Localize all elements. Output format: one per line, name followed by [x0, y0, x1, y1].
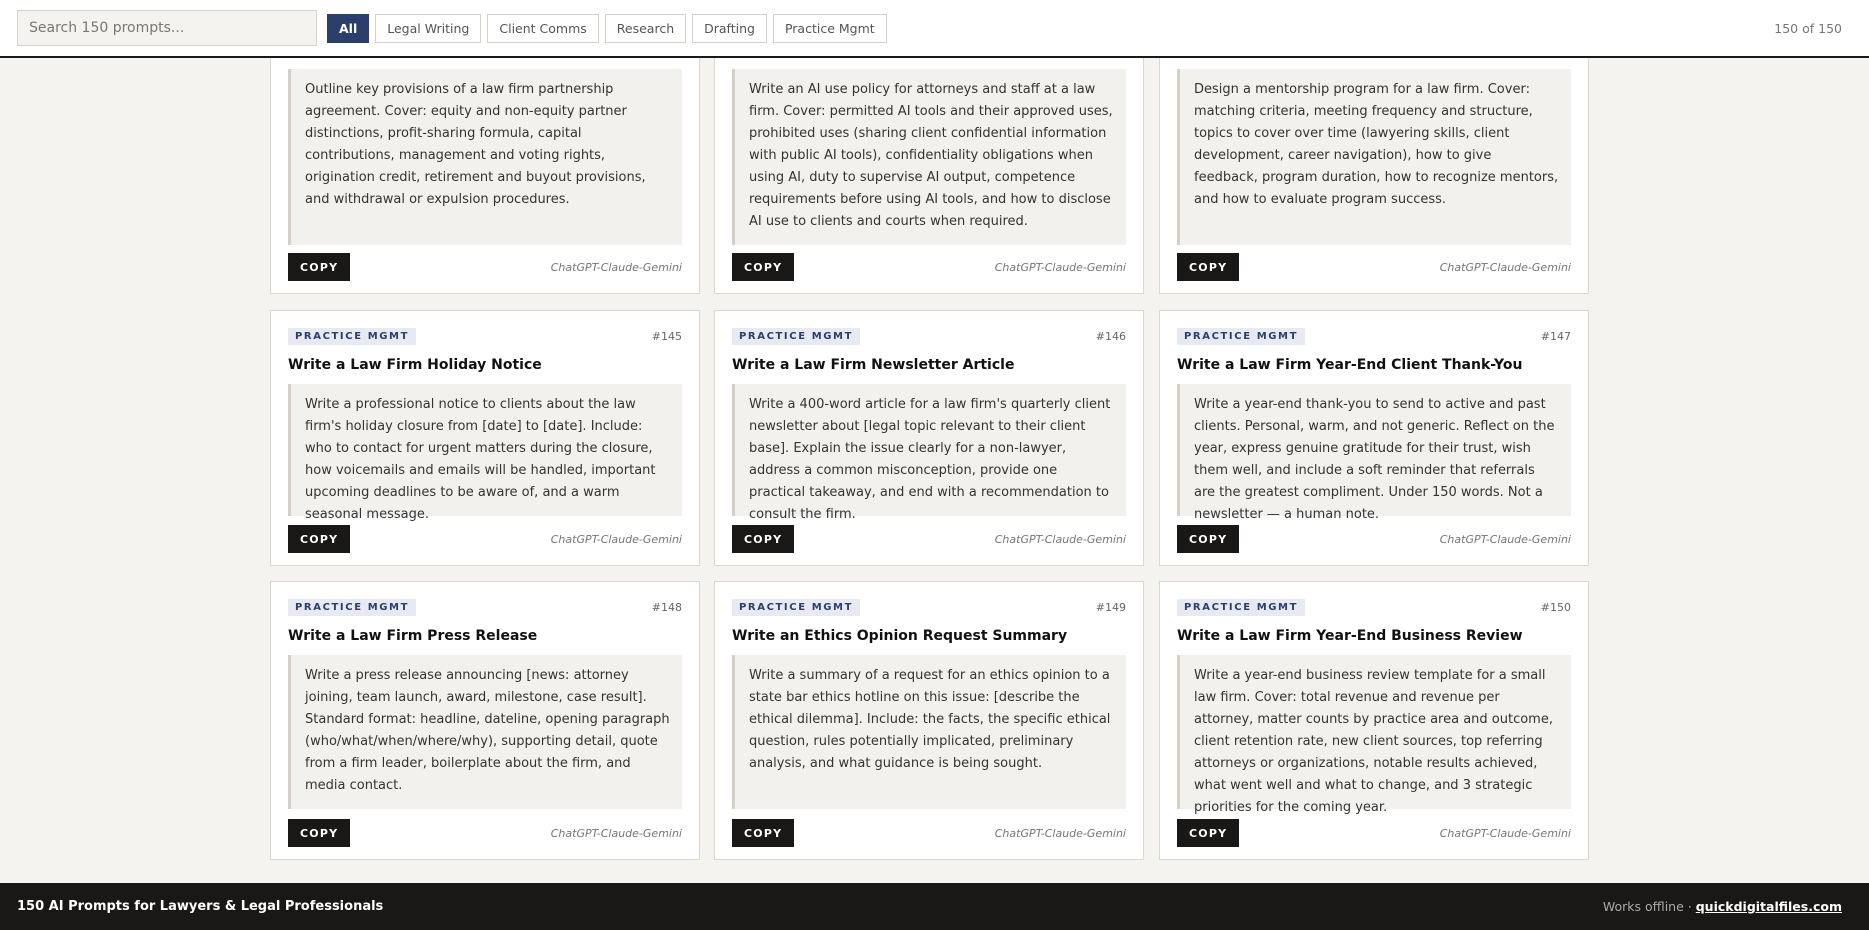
card-title: Write a Law Firm Holiday Notice [288, 357, 542, 373]
copy-button[interactable]: COPY [732, 525, 795, 553]
prompt-text: Write a year-end thank-you to send to ac… [1177, 384, 1571, 522]
prompt-number: #145 [651, 330, 682, 343]
prompt-card: PRACTICE MGMT #148 Write a Law Firm Pres… [270, 581, 700, 860]
prompt-card: PRACTICE MGMT #145 Write a Law Firm Holi… [270, 310, 700, 566]
footer-title: 150 AI Prompts for Lawyers & Legal Profe… [17, 899, 384, 914]
prompt-text: Design a mentorship program for a law fi… [1177, 69, 1571, 245]
card-title: Write an Ethics Opinion Request Summary [732, 628, 1068, 644]
attribution: ChatGPT-Claude-Gemini [994, 827, 1126, 840]
copy-button[interactable]: COPY [732, 253, 795, 281]
prompt-text: Write a 400-word article for a law firm'… [732, 384, 1126, 522]
filter-practice-mgmt[interactable]: Practice Mgmt [772, 13, 887, 43]
filter-legal-writing[interactable]: Legal Writing [375, 13, 482, 43]
prompt-card: Write an AI use policy for attorneys and… [714, 40, 1144, 294]
prompt-text: Write an AI use policy for attorneys and… [732, 69, 1126, 245]
prompt-text: Write a year-end business review templat… [1177, 655, 1571, 815]
prompt-card: Design a mentorship program for a law fi… [1159, 40, 1589, 294]
attribution: ChatGPT-Claude-Gemini [994, 261, 1126, 274]
card-title: Write a Law Firm Newsletter Article [732, 357, 1015, 373]
copy-button[interactable]: COPY [288, 819, 351, 847]
attribution: ChatGPT-Claude-Gemini [994, 533, 1126, 546]
prompt-text: Write a professional notice to clients a… [288, 384, 682, 522]
filter-bar: All Legal Writing Client Comms Research … [327, 13, 887, 43]
prompt-card: PRACTICE MGMT #150 Write a Law Firm Year… [1159, 581, 1589, 860]
prompt-number: #147 [1540, 330, 1571, 343]
copy-button[interactable]: COPY [1177, 525, 1240, 553]
filter-client-comms[interactable]: Client Comms [487, 13, 599, 43]
category-badge: PRACTICE MGMT [732, 328, 861, 345]
filter-research[interactable]: Research [604, 13, 687, 43]
attribution: ChatGPT-Claude-Gemini [550, 261, 682, 274]
category-badge: PRACTICE MGMT [1177, 328, 1306, 345]
top-bar: All Legal Writing Client Comms Research … [0, 0, 1869, 58]
result-count: 150 of 150 [1774, 20, 1842, 36]
copy-button[interactable]: COPY [288, 525, 351, 553]
prompt-number: #148 [651, 601, 682, 614]
prompt-text: Write a summary of a request for an ethi… [732, 655, 1126, 809]
category-badge: PRACTICE MGMT [1177, 599, 1306, 616]
attribution: ChatGPT-Claude-Gemini [1439, 827, 1571, 840]
card-title: Write a Law Firm Press Release [288, 628, 538, 644]
prompt-number: #150 [1540, 601, 1571, 614]
prompt-number: #149 [1095, 601, 1126, 614]
copy-button[interactable]: COPY [1177, 253, 1240, 281]
prompt-card: PRACTICE MGMT #146 Write a Law Firm News… [714, 310, 1144, 566]
prompt-text: Outline key provisions of a law firm par… [288, 69, 682, 245]
filter-all[interactable]: All [327, 13, 370, 43]
copy-button[interactable]: COPY [732, 819, 795, 847]
card-title: Write a Law Firm Year-End Client Thank-Y… [1177, 357, 1523, 373]
copy-button[interactable]: COPY [1177, 819, 1240, 847]
card-title: Write a Law Firm Year-End Business Revie… [1177, 628, 1523, 644]
footer-right: Works offline · quickdigitalfiles.com [1603, 899, 1842, 914]
attribution: ChatGPT-Claude-Gemini [1439, 261, 1571, 274]
category-badge: PRACTICE MGMT [288, 328, 417, 345]
offline-note: Works offline · [1602, 899, 1692, 914]
prompt-text: Write a press release announcing [news: … [288, 655, 682, 809]
footer: 150 AI Prompts for Lawyers & Legal Profe… [0, 883, 1869, 930]
copy-button[interactable]: COPY [288, 253, 351, 281]
attribution: ChatGPT-Claude-Gemini [550, 533, 682, 546]
prompt-card: PRACTICE MGMT #149 Write an Ethics Opini… [714, 581, 1144, 860]
site-link[interactable]: quickdigitalfiles.com [1696, 899, 1842, 914]
search-input[interactable] [17, 10, 317, 46]
prompt-card: Outline key provisions of a law firm par… [270, 40, 700, 294]
prompt-card: PRACTICE MGMT #147 Write a Law Firm Year… [1159, 310, 1589, 566]
category-badge: PRACTICE MGMT [288, 599, 417, 616]
attribution: ChatGPT-Claude-Gemini [1439, 533, 1571, 546]
attribution: ChatGPT-Claude-Gemini [550, 827, 682, 840]
prompt-number: #146 [1095, 330, 1126, 343]
category-badge: PRACTICE MGMT [732, 599, 861, 616]
filter-drafting[interactable]: Drafting [692, 13, 767, 43]
